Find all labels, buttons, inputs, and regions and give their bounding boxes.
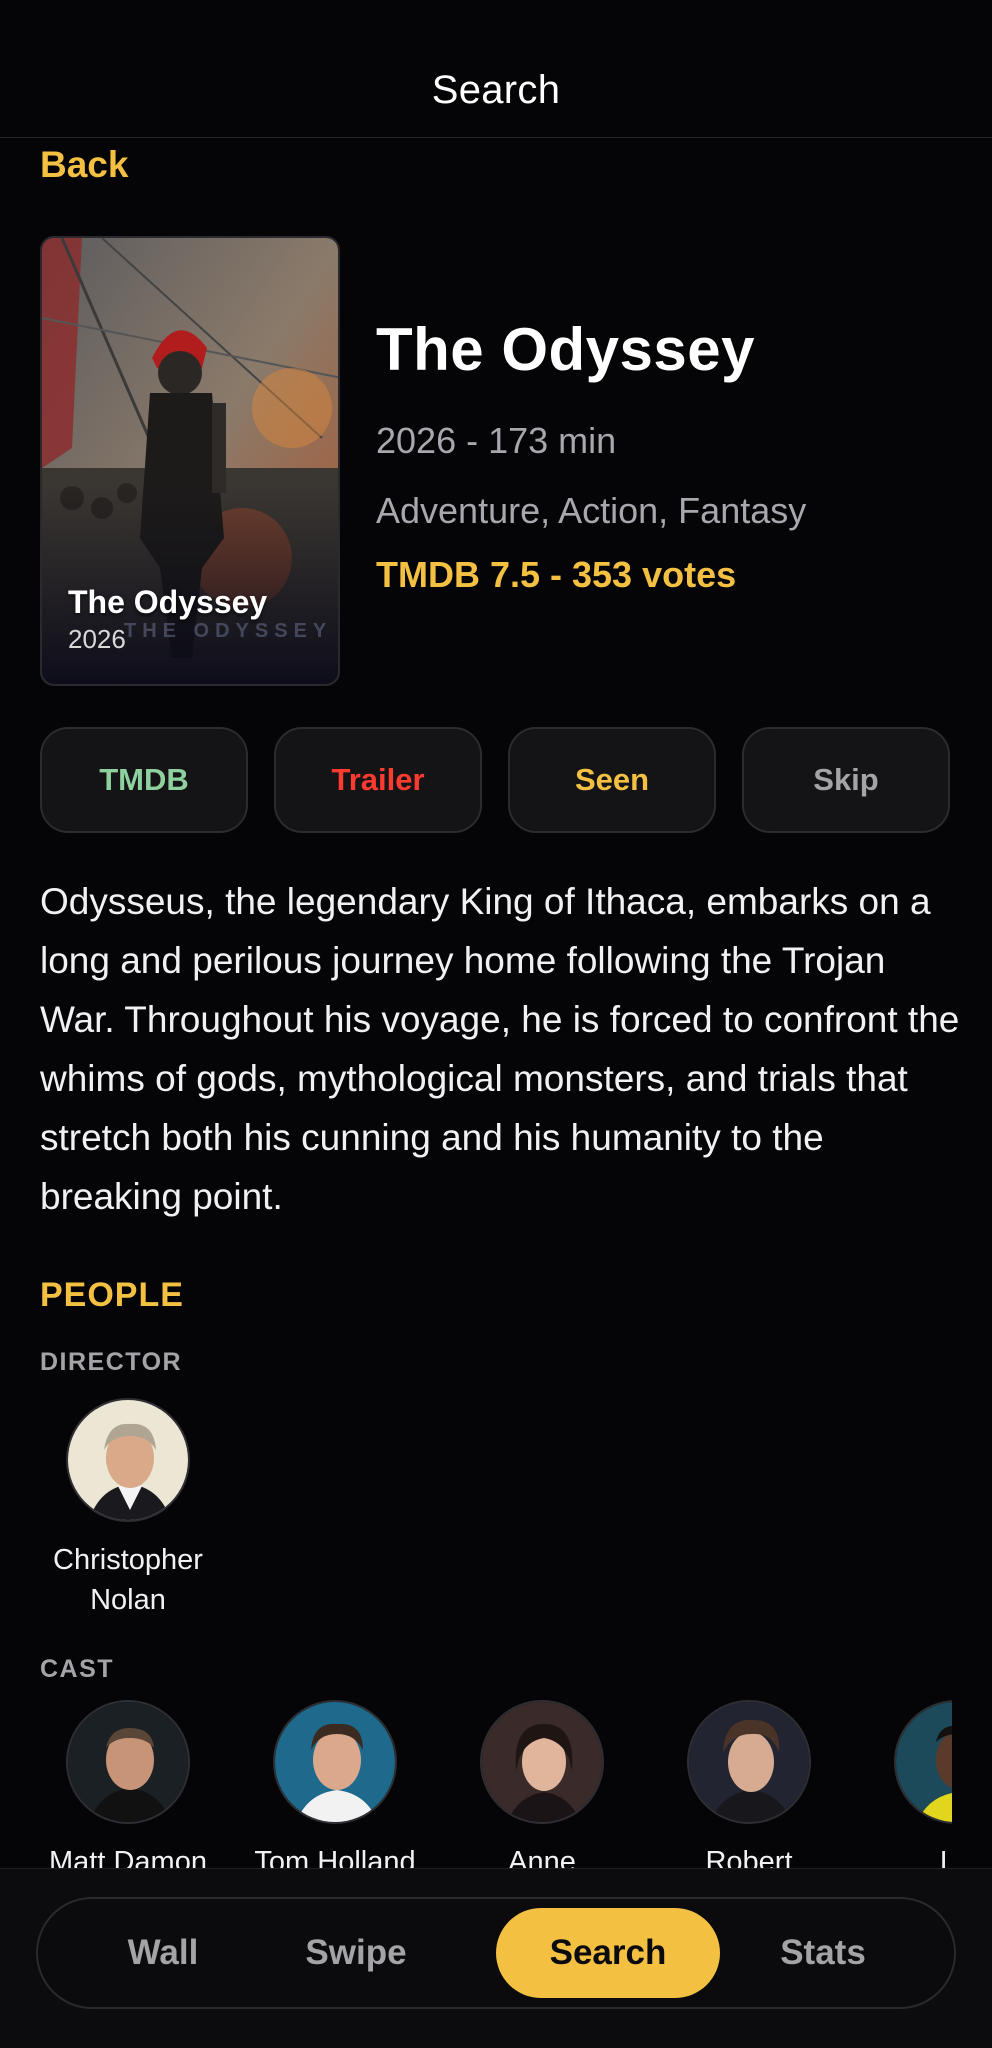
poster-year: 2026: [68, 624, 126, 654]
people-heading: PEOPLE: [40, 1276, 184, 1314]
tab-stats[interactable]: Stats: [738, 1908, 908, 1998]
trailer-button[interactable]: Trailer: [274, 727, 482, 833]
skip-button[interactable]: Skip: [742, 727, 950, 833]
action-buttons: TMDB Trailer Seen Skip: [40, 727, 952, 835]
cast-card[interactable]: Anne: [452, 1700, 632, 1870]
director-heading: DIRECTOR: [40, 1348, 183, 1376]
tab-wall[interactable]: Wall: [78, 1908, 248, 1998]
poster-watermark: THE ODYSSEY: [124, 620, 333, 642]
tab-search[interactable]: Search: [496, 1908, 720, 1998]
cast-card[interactable]: Matt Damon: [40, 1700, 218, 1870]
bottom-navigation: Wall Swipe Search Stats: [0, 1868, 992, 2048]
avatar: [273, 1700, 397, 1824]
movie-poster: THE ODYSSEY The Odyssey 2026: [40, 236, 340, 686]
movie-genres: Adventure, Action, Fantasy: [376, 490, 807, 531]
director-name: Christopher Nolan: [53, 1544, 203, 1616]
poster-title: The Odyssey: [68, 584, 268, 620]
cast-name: Tom Holland: [254, 1846, 416, 1870]
cast-name: Robert: [705, 1846, 793, 1870]
tmdb-button[interactable]: TMDB: [40, 727, 248, 833]
movie-rating: TMDB 7.5 - 353 votes: [376, 554, 737, 595]
avatar: [66, 1700, 190, 1824]
cast-card[interactable]: Lu: [866, 1700, 952, 1870]
page-title: Search: [431, 68, 561, 112]
cast-name: Anne: [508, 1846, 576, 1870]
movie-overview: Odysseus, the legendary King of Ithaca, …: [40, 881, 960, 1217]
tab-swipe[interactable]: Swipe: [256, 1908, 456, 1998]
avatar: [66, 1398, 190, 1522]
cast-list: Matt Damon Tom Holland Anne Robert L: [40, 1700, 952, 1870]
cast-card[interactable]: Tom Holland: [245, 1700, 425, 1870]
cast-heading: CAST: [40, 1655, 115, 1683]
back-button[interactable]: Back: [40, 144, 128, 186]
seen-button[interactable]: Seen: [508, 727, 716, 833]
director-card[interactable]: Christopher Nolan: [38, 1398, 218, 1620]
avatar: [894, 1700, 952, 1824]
cast-name: Lu: [939, 1846, 952, 1870]
movie-meta: 2026 - 173 min: [376, 420, 617, 461]
cast-name: Matt Damon: [49, 1846, 207, 1870]
avatar: [687, 1700, 811, 1824]
movie-title: The Odyssey: [376, 316, 756, 383]
top-bar: Search: [0, 0, 992, 138]
tab-bar: Wall Swipe Search Stats: [36, 1897, 956, 2009]
avatar: [480, 1700, 604, 1824]
cast-card[interactable]: Robert: [659, 1700, 839, 1870]
movie-info: The Odyssey 2026 - 173 min Adventure, Ac…: [376, 316, 966, 596]
